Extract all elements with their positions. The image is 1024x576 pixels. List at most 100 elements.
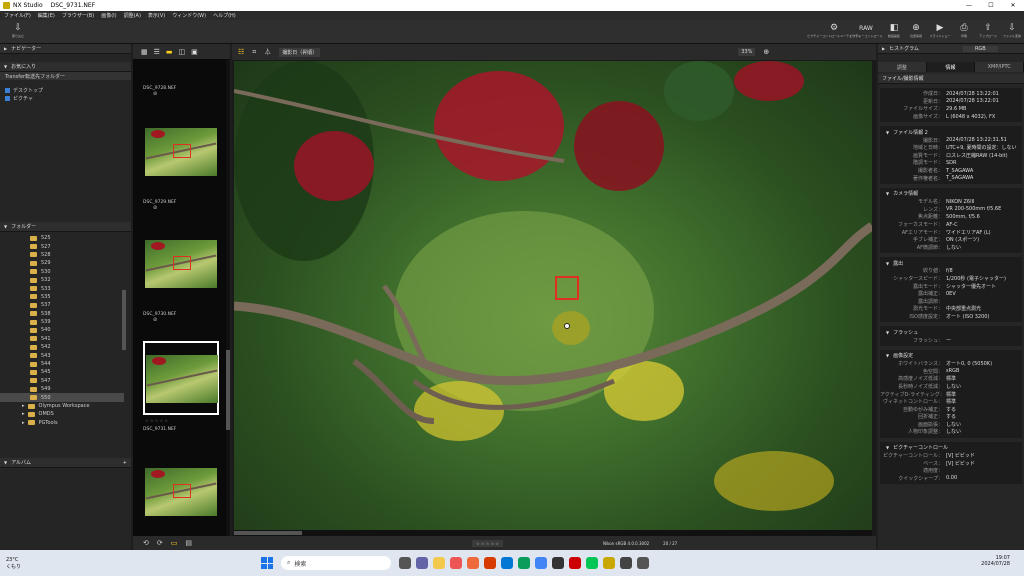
app-icon[interactable] — [450, 557, 463, 569]
movie-edit-button[interactable]: ◧ 動画編集 — [884, 23, 904, 43]
folder-scrollbar[interactable] — [122, 290, 126, 350]
tab-adjust[interactable]: 調整 — [878, 62, 927, 72]
maximize-button[interactable]: ☐ — [980, 0, 1002, 11]
zoom-in-icon[interactable]: ⊕ — [763, 48, 769, 56]
folder-item[interactable]: 541 — [0, 335, 124, 343]
office-icon[interactable] — [484, 557, 497, 569]
favorite-item-pictures[interactable]: ピクチャ — [0, 94, 131, 102]
menu-help[interactable]: ヘルプ(H) — [213, 12, 236, 19]
filmstrip-item[interactable] — [143, 128, 219, 176]
info-section-header[interactable]: ▼ フラッシュ — [880, 328, 1022, 336]
weather-widget[interactable]: 23°C くもり — [6, 557, 21, 570]
favorites-header[interactable]: ▼ お気に入り — [0, 62, 131, 72]
minimize-button[interactable]: — — [958, 0, 980, 11]
app-icon[interactable] — [569, 557, 582, 569]
nx-studio-icon[interactable] — [603, 557, 616, 569]
folders-header[interactable]: ▼ フォルダー — [0, 222, 131, 232]
slideshow-button[interactable]: ▶ スライドショー — [930, 23, 951, 43]
grid-view-icon[interactable]: ▦ — [141, 48, 148, 56]
menu-edit[interactable]: 編集(E) — [38, 12, 55, 19]
windows-start-icon[interactable] — [261, 557, 274, 569]
taskbar-search[interactable]: ⌕ 検索 — [281, 556, 392, 570]
rotate-right-icon[interactable]: ⟳ — [157, 539, 163, 547]
folder-item[interactable]: 545 — [0, 368, 124, 376]
folder-item[interactable]: 540 — [0, 326, 124, 334]
raw-button[interactable]: RAW ピクチャーコントロール — [850, 23, 883, 43]
fit-icon[interactable]: ⌗ — [252, 48, 256, 57]
print-button[interactable]: ⎙ 印刷 — [954, 23, 974, 43]
filter-icon[interactable]: ⏃ — [264, 47, 271, 57]
menu-view[interactable]: 表示(V) — [148, 12, 165, 19]
filmstrip-item[interactable]: DSC_9731.NEF — [143, 427, 219, 432]
convert-button[interactable]: ⇩ ファイル変換 — [1002, 23, 1022, 43]
app-icon[interactable] — [467, 557, 480, 569]
line-icon[interactable] — [586, 557, 599, 569]
navigator-header[interactable]: ▶ ナビゲーター — [0, 44, 131, 54]
histogram-header[interactable]: ▶ ヒストグラム RGB — [878, 44, 1024, 54]
info-section-header[interactable]: ▼ ファイル情報 2 — [880, 128, 1022, 136]
app-icon[interactable] — [637, 557, 650, 569]
favorite-item-desktop[interactable]: デスクトップ — [0, 86, 131, 94]
thumb-size-icon[interactable]: ▭ — [171, 539, 178, 547]
folder-item[interactable]: 533 — [0, 284, 124, 292]
folder-item[interactable]: 538 — [0, 310, 124, 318]
folder-item[interactable]: ▸ Olympus Workspace — [0, 402, 124, 410]
teams-icon[interactable] — [416, 557, 429, 569]
folder-item[interactable]: 537 — [0, 301, 124, 309]
filmstrip-scrollbar[interactable] — [226, 60, 230, 550]
edge-icon[interactable] — [518, 557, 531, 569]
clock[interactable]: 19:07 2024/07/28 — [981, 555, 1010, 567]
picture-control-utility-button[interactable]: ⚙ ピクチャーコントロールユーティリティ — [807, 23, 861, 43]
main-photo[interactable] — [234, 61, 872, 530]
chrome-icon[interactable] — [535, 557, 548, 569]
menu-window[interactable]: ウィンドウ(W) — [172, 12, 206, 19]
outlook-icon[interactable] — [501, 557, 514, 569]
af-point-icon[interactable]: ☷ — [238, 48, 244, 56]
favorite-item-transfer[interactable]: Transfer転送先フォルダー — [0, 72, 131, 80]
add-album-icon[interactable]: + — [123, 460, 127, 466]
info-section-header[interactable]: ▼ カメラ情報 — [880, 190, 1022, 198]
compare-view-icon[interactable]: ◫ — [179, 48, 186, 56]
bottom-rating[interactable]: ☆ ☆ ☆ ☆ ☆ — [472, 539, 504, 547]
folder-item[interactable]: 543 — [0, 351, 124, 359]
location-button[interactable]: ⊕ 位置情報 — [906, 23, 926, 43]
folder-item[interactable]: 528 — [0, 251, 124, 259]
folder-item[interactable]: 530 — [0, 268, 124, 276]
folder-item[interactable]: 549 — [0, 385, 124, 393]
folder-item[interactable]: 544 — [0, 360, 124, 368]
upload-button[interactable]: ⇪ アップロード — [978, 23, 998, 43]
import-button[interactable]: ⇩ 取り込む — [8, 23, 28, 43]
full-view-icon[interactable]: ▣ — [191, 48, 198, 56]
folder-item[interactable]: ▸ OMDS — [0, 410, 124, 418]
folder-item-selected[interactable]: 550 — [0, 393, 124, 402]
folder-item[interactable]: ▸ PGTools — [0, 419, 124, 427]
filmstrip-item[interactable] — [143, 468, 219, 516]
filmstrip-item[interactable] — [143, 240, 219, 288]
info-section-header[interactable]: ▼ ピクチャーコントロール — [880, 444, 1022, 452]
rotate-left-icon[interactable]: ⟲ — [143, 539, 149, 547]
filmstrip-view-icon[interactable]: ▬ — [166, 48, 173, 56]
menu-image[interactable]: 画像(I) — [101, 12, 116, 19]
folder-item[interactable]: 542 — [0, 343, 124, 351]
filmstrip-item[interactable]: DSC_9729.NEF ⊘ — [143, 200, 219, 211]
filmstrip-item-selected[interactable] — [143, 341, 219, 415]
info-section-header[interactable]: ▼ 画像設定 — [880, 352, 1022, 360]
folder-item[interactable]: 527 — [0, 242, 124, 250]
folder-item[interactable]: 525 — [0, 234, 124, 242]
tab-xmp[interactable]: XMP/IPTC — [975, 62, 1024, 72]
task-view-icon[interactable] — [399, 557, 412, 569]
app-icon[interactable] — [620, 557, 633, 569]
folder-item[interactable]: 535 — [0, 293, 124, 301]
folder-item[interactable]: 532 — [0, 276, 124, 284]
menu-file[interactable]: ファイル(F) — [4, 12, 31, 19]
albums-header[interactable]: ▼ アルバム + — [0, 458, 131, 468]
folder-item[interactable]: 547 — [0, 377, 124, 385]
menu-browser[interactable]: ブラウザー(B) — [62, 12, 94, 19]
filmstrip-item[interactable]: DSC_9728.NEF ⊘ — [143, 86, 219, 97]
info-section-header[interactable]: ▼ 露出 — [880, 259, 1022, 267]
sort-dropdown[interactable]: 撮影日（昇順） — [279, 47, 321, 57]
colorspace-select[interactable]: RGB — [962, 45, 998, 52]
filmstrip-item[interactable]: DSC_9730.NEF ⊘ — [143, 312, 219, 323]
rating-stars[interactable]: ☆ ☆ ☆ ☆ ☆ — [145, 418, 168, 423]
explorer-icon[interactable] — [433, 557, 446, 569]
